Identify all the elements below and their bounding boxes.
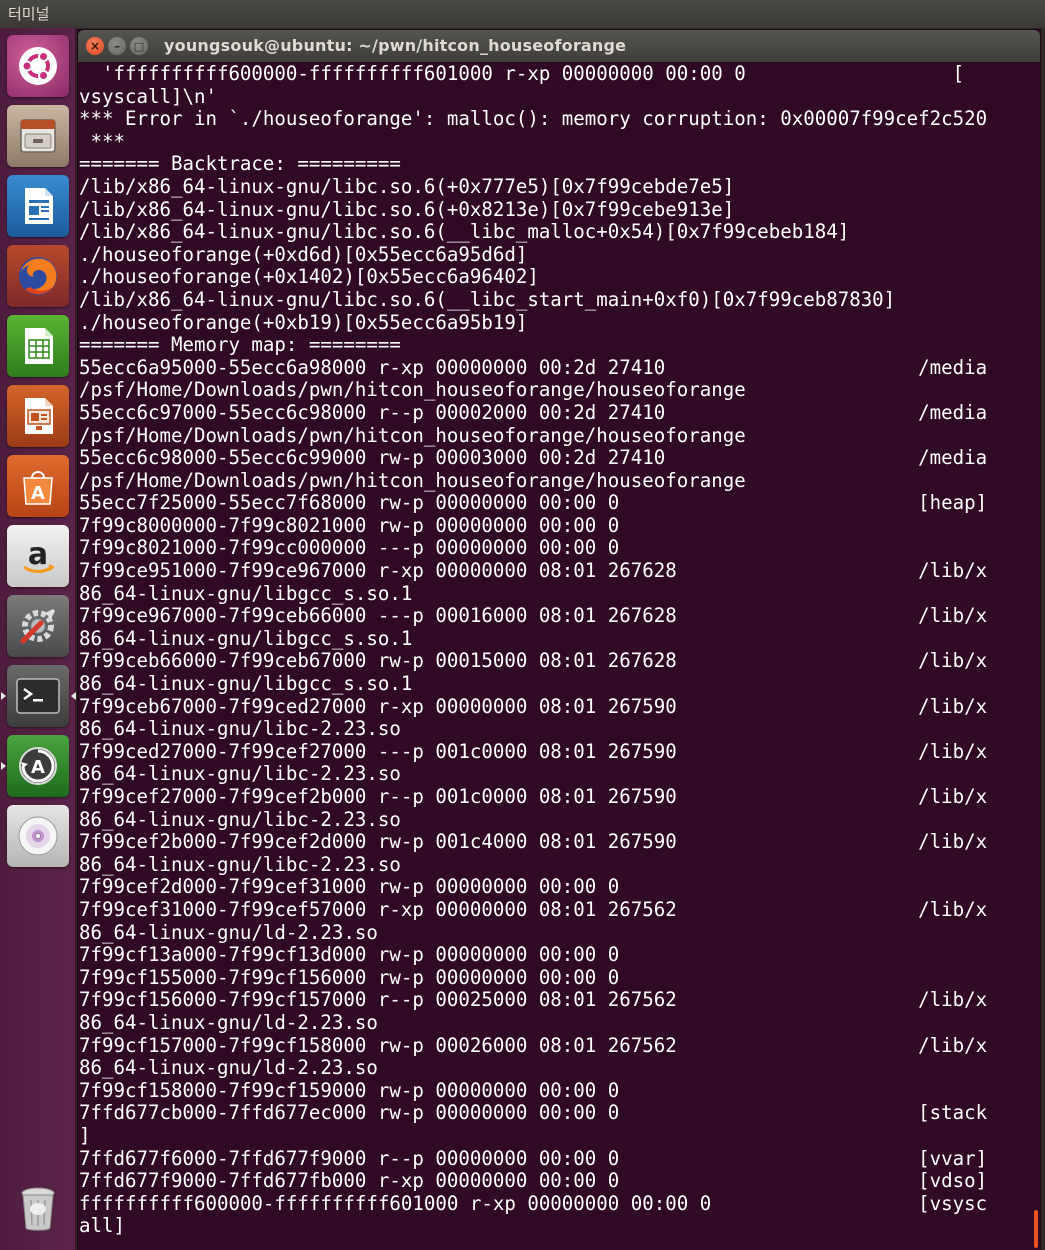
terminal-line: ./houseoforange(+0x1402)[0x55ecc6a96402]: [79, 265, 539, 289]
scrollbar[interactable]: [1034, 1210, 1038, 1248]
terminal-line: 86_64-linux-gnu/libc-2.23.so: [79, 852, 401, 876]
amazon-icon: a: [16, 534, 60, 578]
terminal-line: 55ecc6c97000-55ecc6c98000 r--p 00002000 …: [79, 400, 988, 424]
launcher-software[interactable]: A: [7, 455, 69, 517]
settings-tools-icon: [15, 603, 61, 649]
shopping-bag-icon: A: [16, 464, 60, 508]
terminal-line: 86_64-linux-gnu/ld-2.23.so: [79, 1056, 378, 1080]
terminal-line: ./houseoforange(+0xd6d)[0x55ecc6a95d6d]: [79, 242, 528, 266]
active-app-name: 터미널: [8, 5, 50, 23]
terminal-line: vsyscall]\n': [79, 84, 217, 108]
terminal-line: 7f99ced27000-7f99cef27000 ---p 001c0000 …: [79, 739, 988, 763]
terminal-line: 7f99cf155000-7f99cf156000 rw-p 00000000 …: [79, 965, 620, 989]
launcher-calc[interactable]: [7, 315, 69, 377]
terminal-line: ======= Backtrace: =========: [79, 152, 401, 176]
terminal-output[interactable]: 'ffffffffff600000-ffffffffff601000 r-xp …: [78, 63, 1040, 1250]
file-cabinet-icon: [16, 114, 60, 158]
terminal-line: /lib/x86_64-linux-gnu/libc.so.6(__libc_m…: [79, 220, 850, 244]
close-icon: ×: [89, 39, 101, 53]
window-titlebar[interactable]: × – □ youngsouk@ubuntu: ~/pwn/hitcon_hou…: [78, 30, 1040, 62]
terminal-line: ======= Memory map: ========: [79, 333, 401, 357]
window-title: youngsouk@ubuntu: ~/pwn/hitcon_houseofor…: [164, 36, 627, 55]
firefox-icon: [15, 253, 61, 299]
spreadsheet-icon: [16, 324, 60, 368]
terminal-line: ffffffffff600000-ffffffffff601000 r-xp 0…: [79, 1191, 988, 1215]
launcher-dvd[interactable]: [7, 805, 69, 867]
svg-text:A: A: [31, 483, 45, 504]
terminal-line: 7f99ce951000-7f99ce967000 r-xp 00000000 …: [79, 559, 988, 583]
terminal-line: 7f99cef31000-7f99cef57000 r-xp 00000000 …: [79, 897, 988, 921]
launcher-impress[interactable]: [7, 385, 69, 447]
svg-text:A: A: [31, 757, 45, 778]
terminal-line: 86_64-linux-gnu/ld-2.23.so: [79, 1010, 378, 1034]
running-indicator: [1, 692, 6, 700]
software-updater-icon: A: [15, 743, 61, 789]
close-button[interactable]: ×: [86, 37, 104, 55]
maximize-icon: □: [133, 39, 145, 53]
terminal-line: 7f99cf158000-7f99cf159000 rw-p 00000000 …: [79, 1078, 620, 1102]
terminal-line: 7f99cf157000-7f99cf158000 rw-p 00026000 …: [79, 1033, 988, 1057]
terminal-line: 86_64-linux-gnu/libc-2.23.so: [79, 762, 401, 786]
terminal-line: 86_64-linux-gnu/libgcc_s.so.1: [79, 672, 413, 696]
trash-icon: [15, 1184, 61, 1234]
launcher-amazon[interactable]: a: [7, 525, 69, 587]
terminal-line: /psf/Home/Downloads/pwn/hitcon_houseofor…: [79, 423, 746, 447]
terminal-line: /lib/x86_64-linux-gnu/libc.so.6(__libc_s…: [79, 287, 896, 311]
focused-indicator: [71, 692, 76, 700]
terminal-line: 7f99c8021000-7f99cc000000 ---p 00000000 …: [79, 536, 620, 560]
launcher-firefox[interactable]: [7, 245, 69, 307]
terminal-line: 7ffd677f9000-7ffd677fb000 r-xp 00000000 …: [79, 1169, 988, 1193]
launcher: A a A: [0, 28, 76, 1250]
terminal-line: 86_64-linux-gnu/libc-2.23.so: [79, 717, 401, 741]
terminal-icon: [14, 674, 62, 718]
terminal-line: 'ffffffffff600000-ffffffffff601000 r-xp …: [79, 63, 965, 85]
svg-text:a: a: [28, 537, 48, 572]
terminal-line: 86_64-linux-gnu/libc-2.23.so: [79, 807, 401, 831]
disc-icon: [15, 813, 61, 859]
minimize-button[interactable]: –: [108, 37, 126, 55]
terminal-line: ./houseoforange(+0xb19)[0x55ecc6a95b19]: [79, 310, 528, 334]
terminal-line: 7ffd677cb000-7ffd677ec000 rw-p 00000000 …: [79, 1101, 988, 1125]
presentation-icon: [16, 394, 60, 438]
terminal-line: 7ffd677f6000-7ffd677f9000 r--p 00000000 …: [79, 1146, 988, 1170]
document-icon: [16, 184, 60, 228]
launcher-trash[interactable]: [7, 1178, 69, 1240]
launcher-writer[interactable]: [7, 175, 69, 237]
top-panel: 터미널: [0, 0, 1045, 28]
terminal-line: 7f99cf13a000-7f99cf13d000 rw-p 00000000 …: [79, 943, 620, 967]
terminal-line: /lib/x86_64-linux-gnu/libc.so.6(+0x8213e…: [79, 197, 735, 221]
launcher-dash[interactable]: [7, 35, 69, 97]
minimize-icon: –: [114, 39, 120, 53]
terminal-line: ]: [79, 1123, 91, 1147]
ubuntu-logo-icon: [16, 44, 60, 88]
terminal-line: 7f99cef2b000-7f99cef2d000 rw-p 001c4000 …: [79, 830, 988, 854]
terminal-line: /lib/x86_64-linux-gnu/libc.so.6(+0x777e5…: [79, 174, 735, 198]
terminal-line: 7f99cf156000-7f99cf157000 r--p 00025000 …: [79, 988, 988, 1012]
terminal-line: 7f99ce967000-7f99ceb66000 ---p 00016000 …: [79, 604, 988, 628]
terminal-line: 7f99cef27000-7f99cef2b000 r--p 001c0000 …: [79, 785, 988, 808]
terminal-line: 86_64-linux-gnu/ld-2.23.so: [79, 920, 378, 944]
terminal-line: /psf/Home/Downloads/pwn/hitcon_houseofor…: [79, 468, 746, 492]
terminal-line: 7f99c8000000-7f99c8021000 rw-p 00000000 …: [79, 513, 620, 537]
maximize-button[interactable]: □: [130, 37, 148, 55]
terminal-line: all]: [79, 1214, 125, 1238]
terminal-line: 55ecc6c98000-55ecc6c99000 rw-p 00003000 …: [79, 446, 988, 470]
launcher-settings[interactable]: [7, 595, 69, 657]
terminal-line: 86_64-linux-gnu/libgcc_s.so.1: [79, 626, 413, 650]
terminal-window: × – □ youngsouk@ubuntu: ~/pwn/hitcon_hou…: [78, 30, 1040, 1250]
running-indicator: [1, 762, 6, 770]
terminal-line: 7f99cef2d000-7f99cef31000 rw-p 00000000 …: [79, 875, 620, 899]
launcher-terminal[interactable]: [7, 665, 69, 727]
terminal-line: 7f99ceb66000-7f99ceb67000 rw-p 00015000 …: [79, 649, 988, 673]
terminal-line: /psf/Home/Downloads/pwn/hitcon_houseofor…: [79, 378, 746, 402]
terminal-line: 55ecc6a95000-55ecc6a98000 r-xp 00000000 …: [79, 355, 988, 379]
terminal-line: *** Error in `./houseoforange': malloc()…: [79, 107, 988, 131]
launcher-files[interactable]: [7, 105, 69, 167]
launcher-updater[interactable]: A: [7, 735, 69, 797]
terminal-line: ***: [79, 129, 125, 153]
terminal-line: 7f99ceb67000-7f99ced27000 r-xp 00000000 …: [79, 694, 988, 718]
terminal-line: 86_64-linux-gnu/libgcc_s.so.1: [79, 581, 413, 605]
terminal-line: 55ecc7f25000-55ecc7f68000 rw-p 00000000 …: [79, 491, 988, 515]
